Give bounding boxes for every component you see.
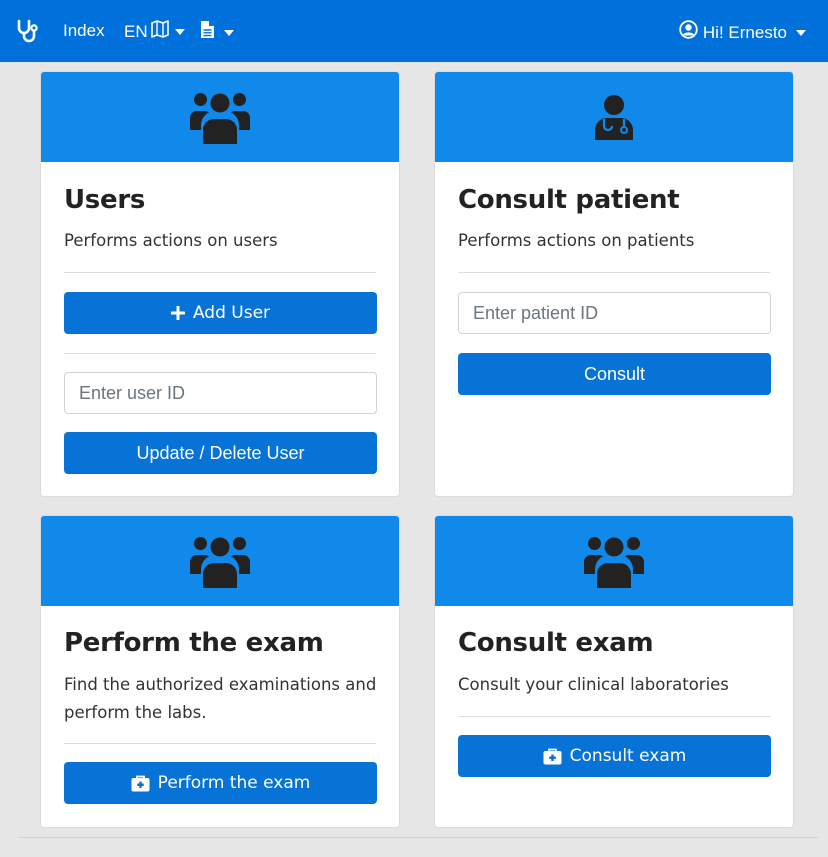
stethoscope-icon[interactable]	[16, 19, 38, 43]
chevron-down-icon	[796, 29, 806, 36]
consult-exam-card-description: Consult your clinical laboratories	[458, 675, 729, 694]
perform-exam-card-description-line2: perform the labs.	[64, 703, 207, 722]
chevron-down-icon	[174, 29, 185, 35]
update-delete-user-button[interactable]: Update / Delete User	[64, 432, 377, 474]
consult-button[interactable]: Consult	[458, 353, 771, 395]
update-delete-user-button-label: Update / Delete User	[136, 442, 305, 463]
divider	[64, 272, 376, 273]
chevron-down-icon	[224, 29, 234, 36]
user-greeting: Hi! Ernesto	[702, 22, 787, 42]
patient-id-input[interactable]	[458, 292, 771, 334]
plus-icon	[170, 306, 185, 320]
divider	[458, 716, 770, 717]
perform-exam-card: Perform the exam Find the authorized exa…	[40, 515, 400, 828]
users-card-title: Users	[64, 185, 146, 215]
consult-exam-button-label: Consult exam	[569, 746, 687, 766]
users-icon	[190, 93, 250, 144]
medkit-icon	[131, 775, 150, 791]
language-label: EN	[124, 22, 148, 41]
users-icon	[584, 537, 644, 588]
divider	[64, 743, 376, 744]
document-dropdown[interactable]	[200, 20, 234, 45]
consult-patient-card-header	[435, 72, 793, 162]
medkit-icon	[543, 748, 562, 764]
users-card-header	[41, 72, 399, 162]
user-menu-dropdown[interactable]: Hi! Ernesto	[679, 20, 806, 45]
consult-exam-button[interactable]: Consult exam	[458, 735, 771, 777]
users-icon	[190, 537, 250, 588]
language-dropdown[interactable]: EN	[124, 20, 185, 44]
add-user-button-label: Add User	[192, 303, 271, 323]
consult-exam-card: Consult exam Consult your clinical labor…	[434, 515, 794, 828]
consult-patient-card: Consult patient Performs actions on pati…	[434, 71, 794, 497]
perform-exam-card-description-line1: Find the authorized examinations and	[64, 675, 377, 694]
perform-exam-button-label: Perform the exam	[157, 773, 311, 793]
nav-index-link[interactable]: Index	[63, 20, 105, 42]
add-user-button[interactable]: Add User	[64, 292, 377, 334]
top-navbar: Index EN Hi! Ernesto	[0, 0, 828, 62]
users-card-description: Performs actions on users	[64, 231, 278, 250]
perform-exam-button[interactable]: Perform the exam	[64, 762, 377, 804]
consult-exam-card-header	[435, 516, 793, 606]
divider	[64, 353, 376, 354]
map-icon	[150, 20, 169, 44]
user-id-input[interactable]	[64, 372, 377, 414]
file-text-icon	[200, 20, 215, 45]
consult-patient-card-title: Consult patient	[458, 185, 680, 215]
users-card: Users Performs actions on users Add User…	[40, 71, 400, 497]
user-circle-icon	[679, 20, 698, 45]
consult-exam-card-title: Consult exam	[458, 628, 654, 658]
consult-button-label: Consult	[583, 363, 646, 384]
perform-exam-card-header	[41, 516, 399, 606]
footer-divider	[18, 837, 818, 838]
consult-patient-card-description: Performs actions on patients	[458, 231, 695, 250]
perform-exam-card-title: Perform the exam	[64, 628, 324, 658]
user-doctor-icon	[595, 95, 633, 140]
divider	[458, 272, 770, 273]
